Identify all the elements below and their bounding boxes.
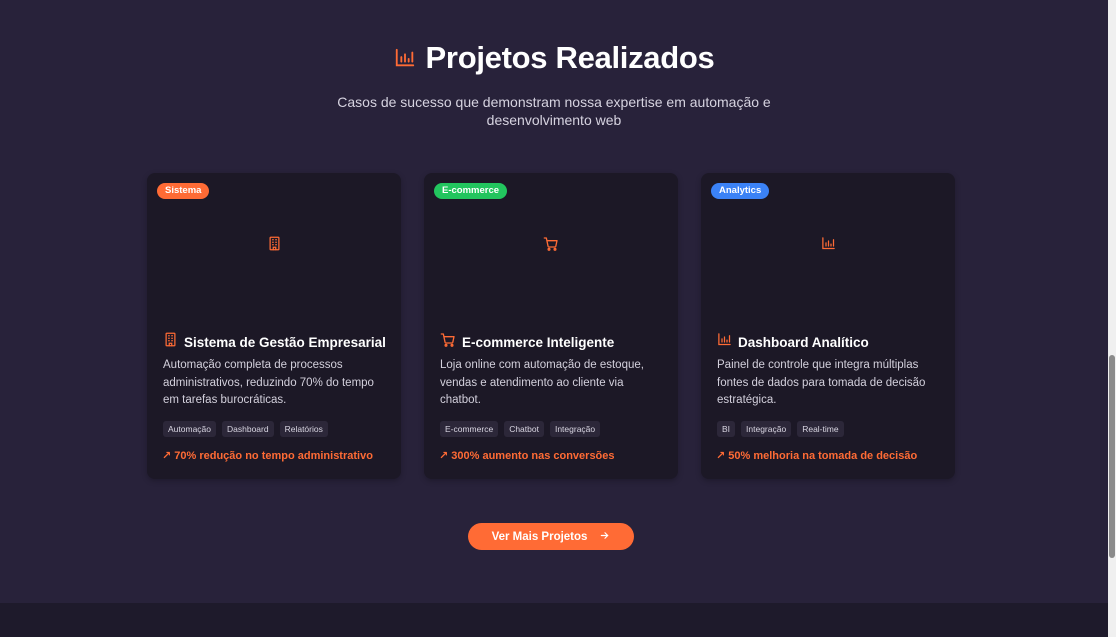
tag-list: E-commerce Chatbot Integração	[440, 421, 601, 437]
project-result: ↗ 300% aumento nas conversões	[439, 450, 615, 462]
tag: Integração	[741, 421, 792, 437]
tag: Chatbot	[504, 421, 544, 437]
building-icon	[163, 332, 178, 352]
project-title: E-commerce Inteligente	[440, 332, 668, 353]
scrollbar-thumb[interactable]	[1109, 355, 1115, 558]
bar-chart-icon	[394, 47, 416, 69]
category-badge: Sistema	[157, 183, 210, 199]
tag-list: BI Integração Real-time	[717, 421, 844, 437]
section-heading: Projetos Realizados	[0, 40, 1108, 76]
project-title-text: Sistema de Gestão Empresarial	[184, 334, 386, 350]
building-icon	[147, 236, 401, 251]
category-badge: Analytics	[711, 183, 770, 199]
bar-chart-icon	[701, 236, 955, 251]
bar-chart-icon	[717, 332, 732, 352]
project-card-sistema[interactable]: Sistema Sistema de Gestão Empresarial Au…	[147, 173, 401, 479]
project-title-text: Dashboard Analítico	[738, 334, 869, 350]
project-description: Loja online com automação de estoque, ve…	[440, 359, 644, 406]
shopping-cart-icon	[424, 236, 678, 252]
shopping-cart-icon	[440, 332, 456, 353]
tag: BI	[717, 421, 736, 437]
tag: Dashboard	[222, 421, 274, 437]
project-card-analytics[interactable]: Analytics Dashboard Analítico Painel de …	[701, 173, 955, 479]
tag: Relatórios	[279, 421, 328, 437]
project-result: ↗ 50% melhoria na tomada de decisão	[716, 450, 918, 462]
tag: Real-time	[797, 421, 844, 437]
project-description: Automação completa de processos administ…	[163, 359, 374, 406]
page-title: Projetos Realizados	[425, 40, 715, 75]
project-title-text: E-commerce Inteligente	[462, 335, 615, 350]
category-badge: E-commerce	[434, 183, 508, 199]
see-more-projects-button[interactable]: Ver Mais Projetos	[468, 523, 634, 550]
tag: E-commerce	[440, 421, 499, 437]
section-subtitle: Casos de sucesso que demonstram nossa ex…	[337, 94, 771, 128]
project-title: Dashboard Analítico	[717, 332, 945, 352]
vertical-scrollbar[interactable]	[1108, 0, 1116, 637]
project-title: Sistema de Gestão Empresarial	[163, 332, 391, 352]
arrow-right-icon	[599, 530, 610, 544]
project-description: Painel de controle que integra múltiplas…	[717, 359, 926, 406]
cta-label: Ver Mais Projetos	[491, 530, 588, 543]
project-result: ↗ 70% redução no tempo administrativo	[162, 450, 373, 462]
project-card-ecommerce[interactable]: E-commerce E-commerce Inteligente Loja o…	[424, 173, 678, 479]
tag-list: Automação Dashboard Relatórios	[163, 421, 328, 437]
tag: Automação	[163, 421, 216, 437]
next-section-edge	[0, 603, 1108, 637]
tag: Integração	[549, 421, 601, 437]
projects-section: Projetos Realizados Casos de sucesso que…	[0, 0, 1108, 603]
